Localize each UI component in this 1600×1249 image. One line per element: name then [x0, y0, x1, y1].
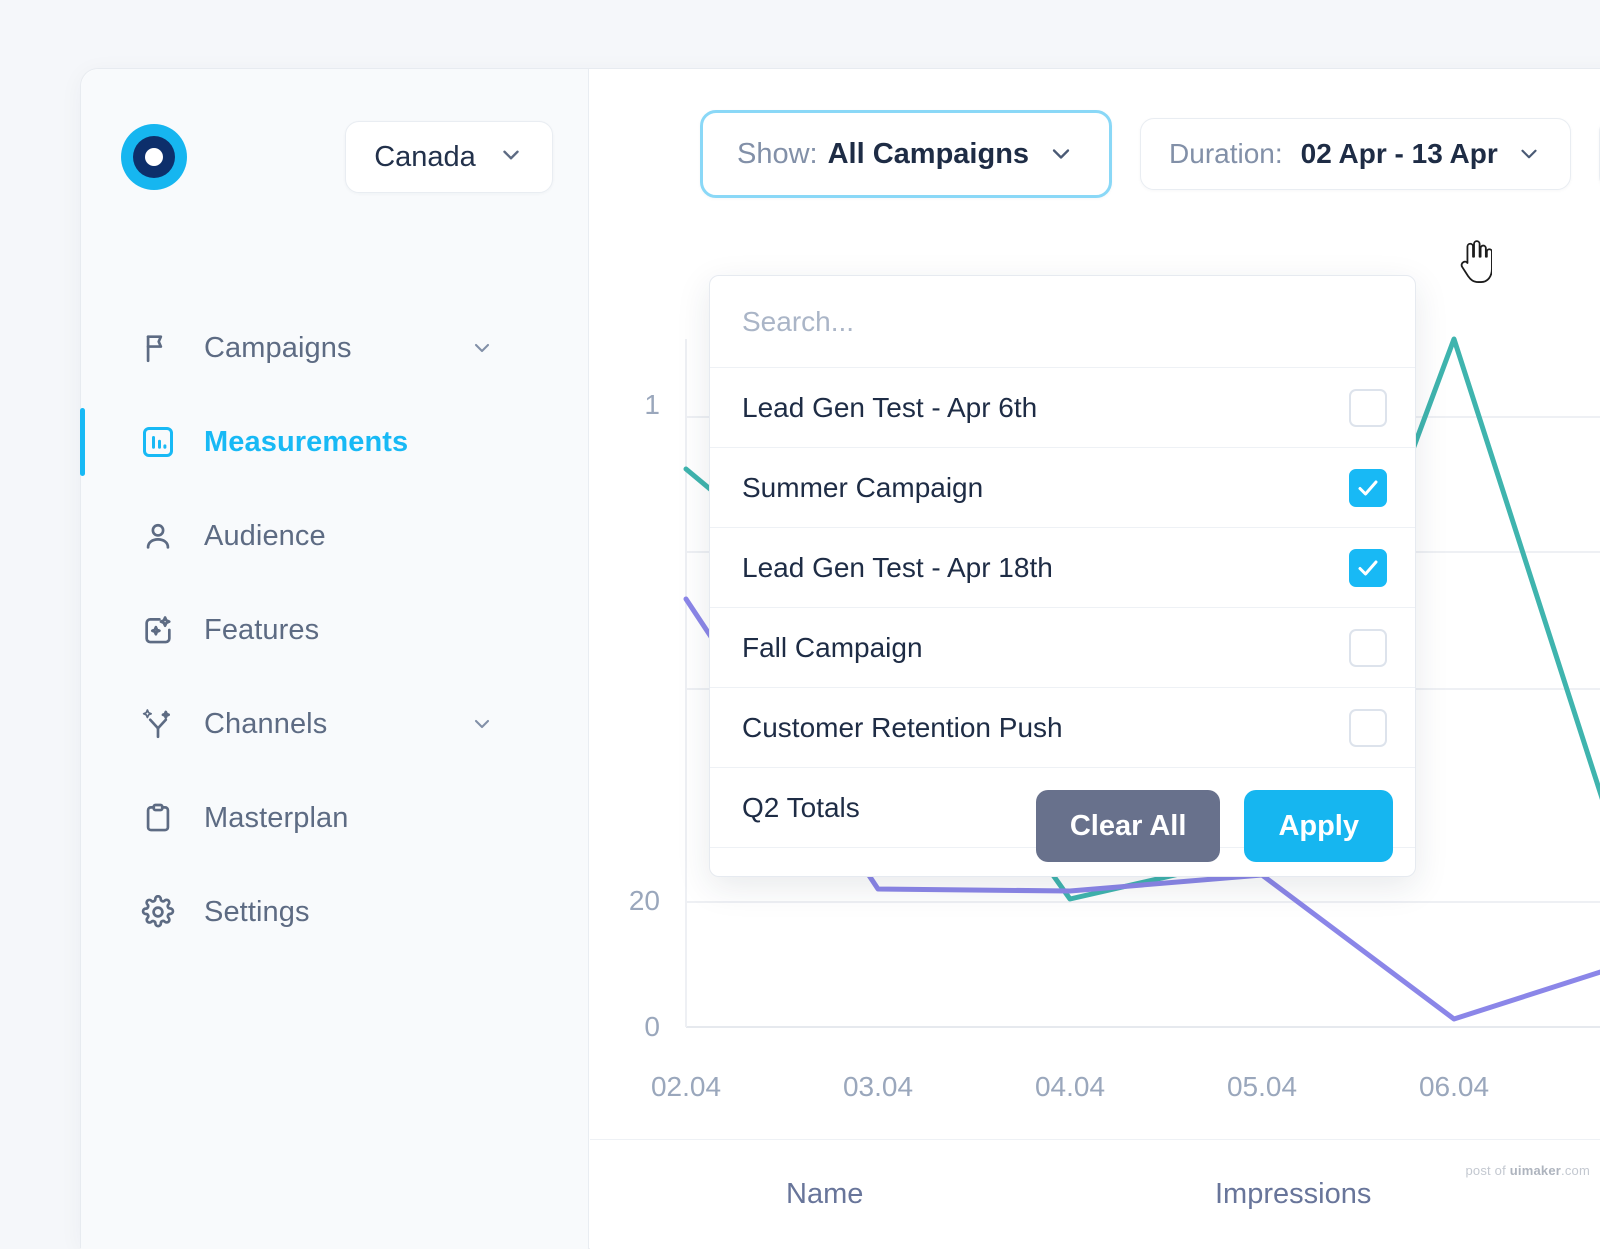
show-filter-value: All Campaigns	[828, 138, 1029, 171]
dropdown-search-row	[710, 276, 1415, 368]
option-checkbox[interactable]	[1349, 549, 1387, 587]
option-label: Lead Gen Test - Apr 18th	[742, 552, 1053, 584]
dropdown-option-fall-campaign[interactable]: Fall Campaign	[710, 608, 1415, 688]
bar-chart-icon	[138, 422, 178, 462]
sidebar-item-channels[interactable]: Channels	[81, 677, 589, 771]
dropdown-option-lead-gen-test-apr-18th[interactable]: Lead Gen Test - Apr 18th	[710, 528, 1415, 608]
country-selector[interactable]: Canada	[345, 121, 553, 193]
dropdown-option-summer-campaign[interactable]: Summer Campaign	[710, 448, 1415, 528]
x-axis-tick: 02.04	[616, 1071, 756, 1103]
x-axis-tick: 03.04	[808, 1071, 948, 1103]
sidebar-item-label: Masterplan	[204, 802, 348, 835]
option-checkbox[interactable]	[1349, 389, 1387, 427]
y-axis-tick-top: 1	[590, 389, 660, 421]
chevron-down-icon	[1516, 141, 1542, 167]
sidebar-item-label: Settings	[204, 896, 310, 929]
chevron-down-icon[interactable]	[470, 712, 494, 736]
sidebar-item-label: Campaigns	[204, 332, 352, 365]
campaign-table-header: Name Impressions	[590, 1139, 1600, 1249]
active-indicator	[80, 408, 85, 476]
sparkle-box-icon	[138, 610, 178, 650]
sidebar-item-masterplan[interactable]: Masterplan	[81, 771, 589, 865]
dropdown-option-customer-retention-push[interactable]: Customer Retention Push	[710, 688, 1415, 768]
chevron-down-icon	[1047, 140, 1075, 168]
watermark: post of uimaker.com	[1466, 1163, 1591, 1178]
campaign-filter-dropdown: Lead Gen Test - Apr 6th Summer Campaign …	[709, 275, 1416, 877]
sidebar-item-measurements[interactable]: Measurements	[81, 395, 589, 489]
column-header-name[interactable]: Name	[786, 1178, 863, 1211]
dropdown-actions: Clear All Apply	[1036, 790, 1393, 862]
option-label: Customer Retention Push	[742, 712, 1063, 744]
sidebar-item-campaigns[interactable]: Campaigns	[81, 301, 589, 395]
sidebar-item-features[interactable]: Features	[81, 583, 589, 677]
app-window: Canada Campaigns Measurements	[80, 68, 1600, 1248]
option-checkbox[interactable]	[1349, 629, 1387, 667]
option-label: Summer Campaign	[742, 472, 983, 504]
country-selector-label: Canada	[374, 141, 476, 174]
option-checkbox[interactable]	[1349, 469, 1387, 507]
chevron-down-icon[interactable]	[470, 336, 494, 360]
person-icon	[138, 516, 178, 556]
flag-icon	[138, 328, 178, 368]
column-header-impressions[interactable]: Impressions	[1215, 1178, 1371, 1211]
duration-filter[interactable]: Duration: 02 Apr - 13 Apr	[1140, 118, 1571, 190]
x-axis-tick: 05.04	[1192, 1071, 1332, 1103]
main-content: Show: All Campaigns Duration: 02 Apr - 1…	[590, 69, 1600, 1249]
sidebar-item-settings[interactable]: Settings	[81, 865, 589, 959]
sidebar-item-label: Features	[204, 614, 319, 647]
y-axis-tick-bottom: 0	[590, 1011, 660, 1043]
sidebar-item-label: Channels	[204, 708, 327, 741]
show-filter-prefix: Show:	[737, 138, 818, 171]
sidebar-item-label: Audience	[204, 520, 326, 553]
branch-icon	[138, 704, 178, 744]
app-logo[interactable]	[121, 124, 187, 190]
x-axis-tick: 04.04	[1000, 1071, 1140, 1103]
clear-all-button[interactable]: Clear All	[1036, 790, 1221, 862]
circle-target-logo-icon	[121, 124, 187, 190]
mouse-cursor-pointer	[1458, 239, 1492, 285]
option-label: Fall Campaign	[742, 632, 923, 664]
show-campaigns-filter[interactable]: Show: All Campaigns	[700, 110, 1112, 198]
apply-button[interactable]: Apply	[1244, 790, 1393, 862]
option-label: Lead Gen Test - Apr 6th	[742, 392, 1037, 424]
chevron-down-icon	[498, 142, 524, 173]
sidebar-nav: Campaigns Measurements Audience	[81, 301, 589, 959]
option-checkbox[interactable]	[1349, 709, 1387, 747]
x-axis-tick: 06.04	[1384, 1071, 1524, 1103]
option-label: Q2 Totals	[742, 792, 860, 824]
search-input[interactable]	[742, 306, 1348, 338]
sidebar-item-label: Measurements	[204, 426, 408, 459]
filter-toolbar: Show: All Campaigns Duration: 02 Apr - 1…	[590, 69, 1600, 239]
clipboard-icon	[138, 798, 178, 838]
y-axis-tick-mid: 20	[590, 885, 660, 917]
sidebar: Canada Campaigns Measurements	[81, 69, 589, 1249]
gear-icon	[138, 892, 178, 932]
dropdown-option-lead-gen-test-apr-6th[interactable]: Lead Gen Test - Apr 6th	[710, 368, 1415, 448]
duration-filter-prefix: Duration:	[1169, 138, 1283, 170]
duration-filter-value: 02 Apr - 13 Apr	[1301, 138, 1498, 170]
sidebar-item-audience[interactable]: Audience	[81, 489, 589, 583]
